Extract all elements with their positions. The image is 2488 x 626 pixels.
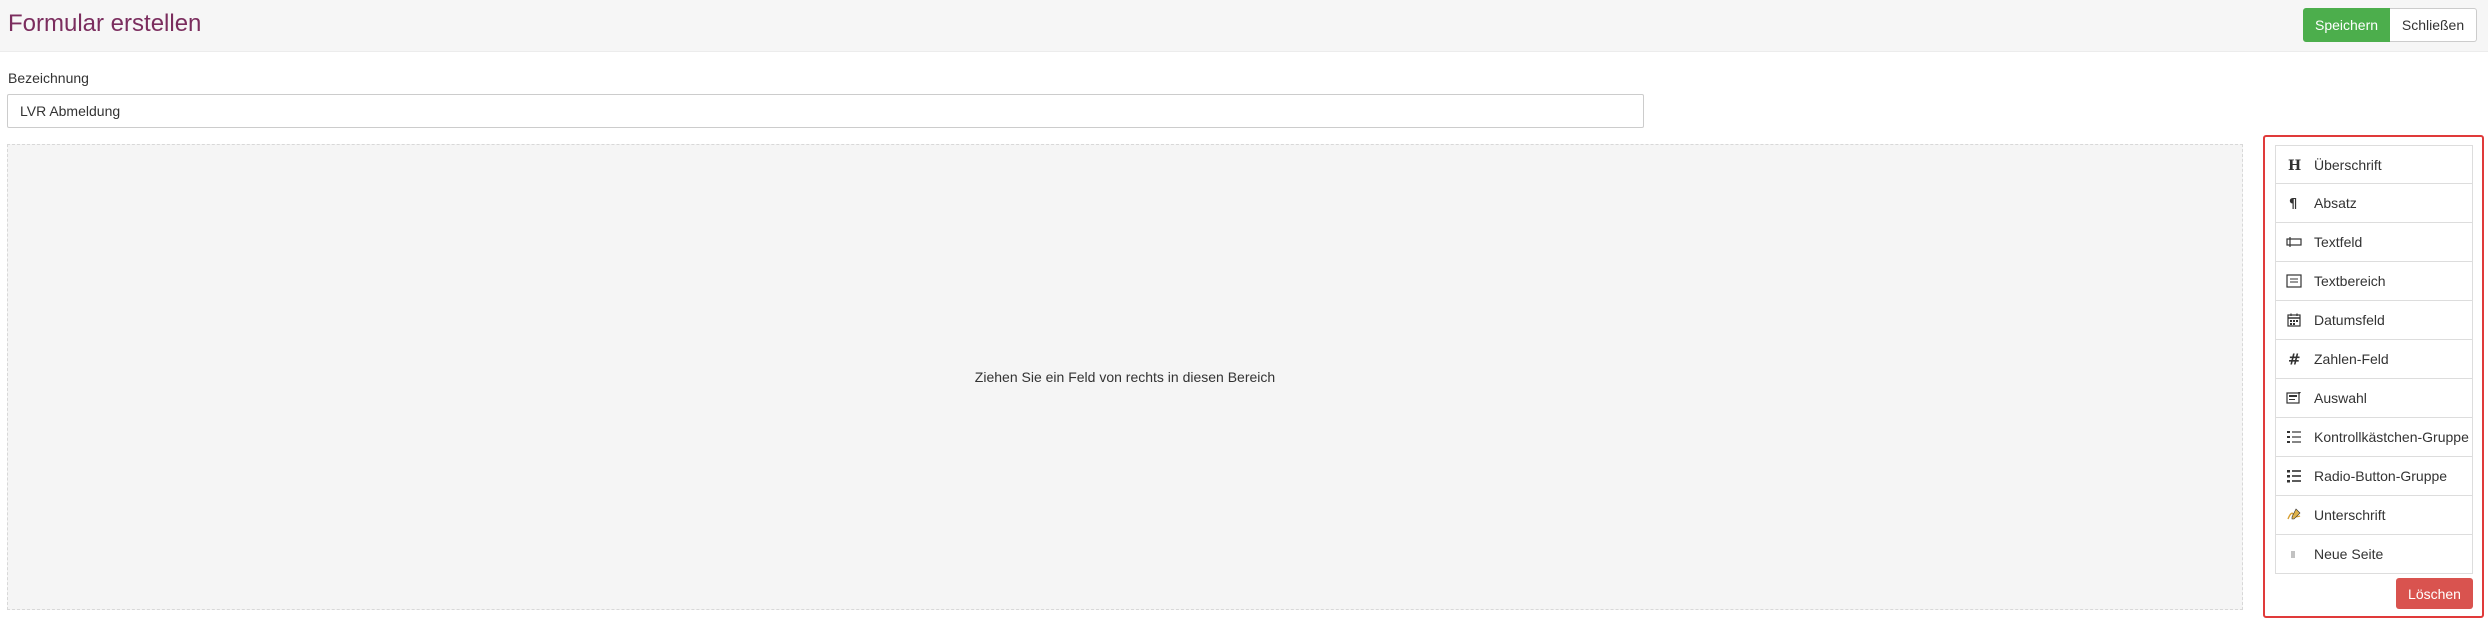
delete-button[interactable]: Löschen [2396,578,2473,609]
palette-item-label: Unterschrift [2314,507,2386,523]
radio-list-icon [2286,468,2302,484]
palette-item-heading[interactable]: H Überschrift [2275,145,2473,184]
page-break-icon [2286,546,2302,562]
palette-list: H Überschrift ¶ Absatz Textfeld Textbere… [2275,145,2473,574]
palette-item-label: Absatz [2314,195,2357,211]
select-icon [2286,390,2302,406]
palette-item-signature[interactable]: Unterschrift [2275,496,2473,535]
palette-item-label: Textfeld [2314,234,2363,250]
palette-item-radio-group[interactable]: Radio-Button-Gruppe [2275,457,2473,496]
svg-text:H: H [2288,158,2301,172]
palette-item-label: Neue Seite [2314,546,2384,562]
palette-item-label: Datumsfeld [2314,312,2385,328]
close-button[interactable]: Schließen [2390,8,2477,42]
palette-item-date[interactable]: Datumsfeld [2275,301,2473,340]
name-label: Bezeichnung [8,70,89,86]
signature-icon [2286,507,2302,523]
textarea-icon [2286,273,2302,289]
page-title: Formular erstellen [8,10,202,37]
header-button-group: Speichern Schließen [2303,8,2477,42]
palette-item-textarea[interactable]: Textbereich [2275,262,2473,301]
hash-icon: # [2286,351,2302,367]
save-button[interactable]: Speichern [2303,8,2390,42]
calendar-icon [2286,312,2302,328]
palette-item-label: Überschrift [2314,156,2382,173]
svg-text:#: # [2288,352,2301,366]
palette-item-label: Kontrollkästchen-Gruppe [2314,429,2469,445]
textfield-icon [2286,234,2302,250]
checkbox-list-icon [2286,429,2302,445]
palette-item-label: Textbereich [2314,273,2386,289]
palette-item-paragraph[interactable]: ¶ Absatz [2275,184,2473,223]
name-input[interactable] [7,94,1644,128]
palette-item-select[interactable]: Auswahl [2275,379,2473,418]
form-dropzone[interactable]: Ziehen Sie ein Feld von rechts in diesen… [7,144,2243,610]
palette-item-label: Zahlen-Feld [2314,351,2389,367]
palette-item-number[interactable]: # Zahlen-Feld [2275,340,2473,379]
palette-item-label: Auswahl [2314,390,2367,406]
palette-item-textfield[interactable]: Textfeld [2275,223,2473,262]
paragraph-icon: ¶ [2286,195,2302,211]
palette-item-page-break[interactable]: Neue Seite [2275,535,2473,574]
page-header: Formular erstellen Speichern Schließen [0,0,2488,52]
dropzone-hint: Ziehen Sie ein Feld von rechts in diesen… [974,369,1276,385]
field-palette: H Überschrift ¶ Absatz Textfeld Textbere… [2263,135,2484,618]
palette-item-checkbox-group[interactable]: Kontrollkästchen-Gruppe [2275,418,2473,457]
palette-item-label: Radio-Button-Gruppe [2314,468,2448,484]
svg-text:¶: ¶ [2289,197,2297,210]
heading-icon: H [2286,157,2302,173]
